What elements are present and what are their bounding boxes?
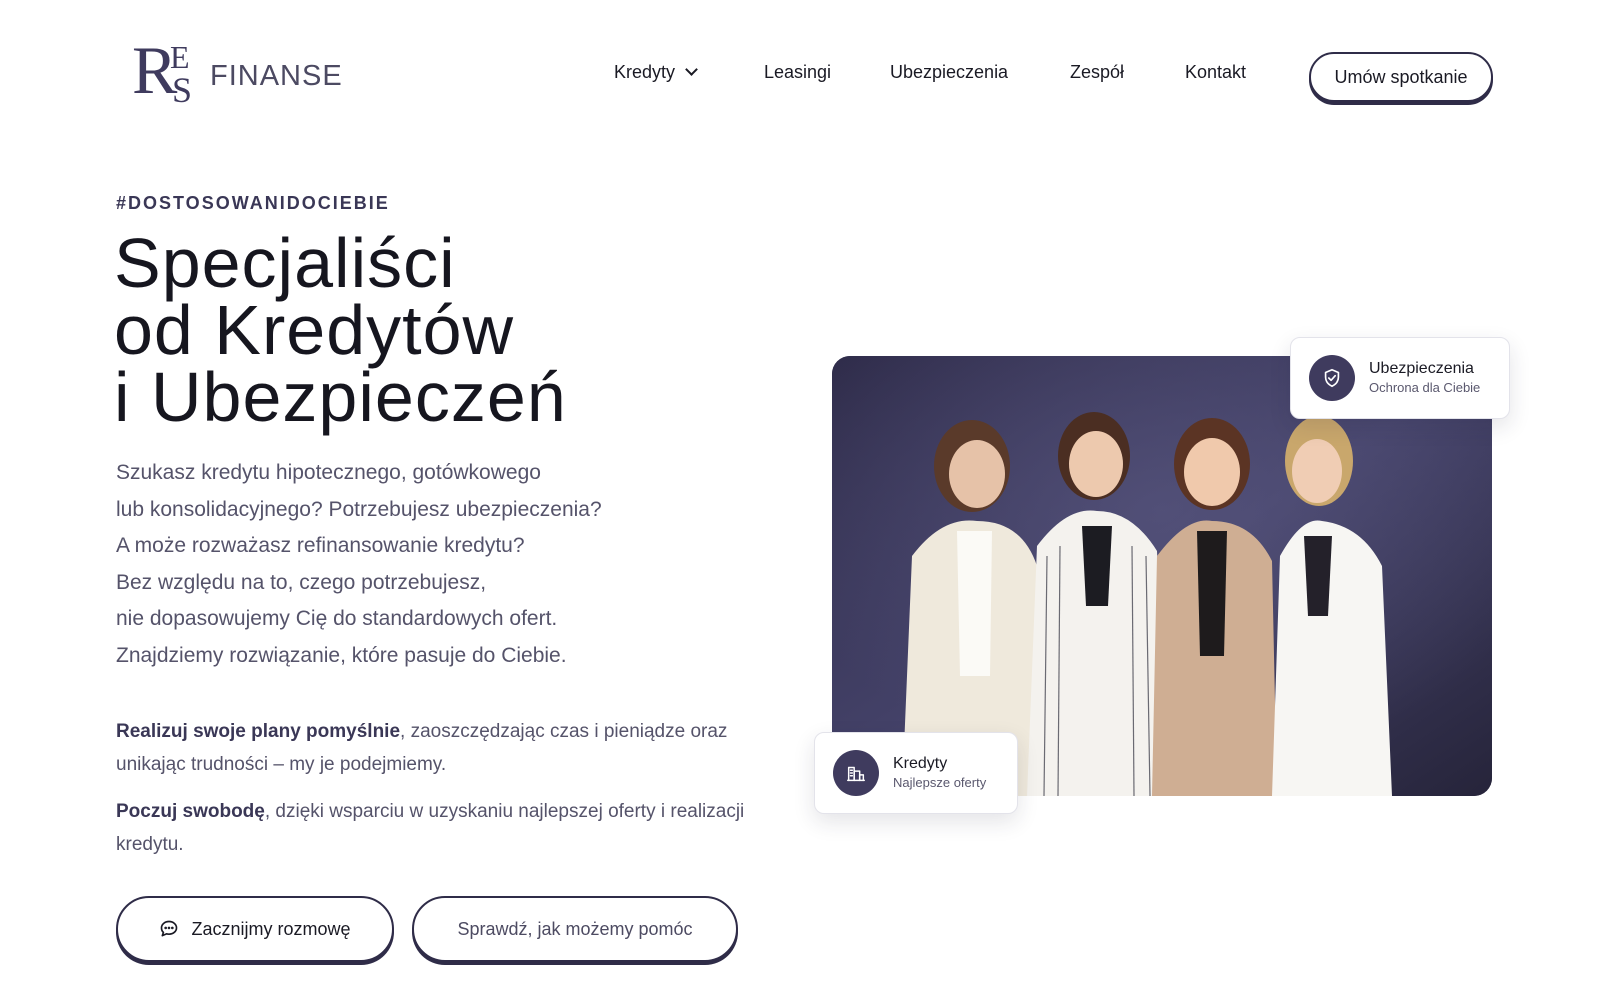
- chevron-down-icon: [685, 63, 698, 76]
- nav-item-leasingi[interactable]: Leasingi: [764, 62, 831, 83]
- team-photo-illustration: [832, 356, 1492, 796]
- how-we-help-button[interactable]: Sprawdź, jak możemy pomóc: [412, 896, 738, 962]
- start-conversation-button[interactable]: Zacznijmy rozmowę: [116, 896, 394, 962]
- logo-text: FINANSE: [210, 59, 343, 92]
- shield-check-icon: [1309, 355, 1355, 401]
- logo[interactable]: R E S FINANSE: [132, 36, 343, 110]
- credit-badge-text: Kredyty Najlepsze oferty: [893, 754, 986, 792]
- hero-title-line: Specjaliści: [114, 224, 456, 302]
- insurance-badge-text: Ubezpieczenia Ochrona dla Ciebie: [1369, 359, 1480, 397]
- team-photo: [832, 356, 1492, 796]
- credit-badge: Kredyty Najlepsze oferty: [814, 732, 1018, 814]
- nav-item-zespol[interactable]: Zespół: [1070, 62, 1124, 83]
- hero-tag: #DOSTOSOWANIDOCIEBIE: [116, 193, 390, 213]
- start-conversation-label: Zacznijmy rozmowę: [191, 918, 351, 939]
- hero-title: Specjaliści od Kredytów i Ubezpieczeń: [114, 224, 567, 436]
- logo-mark: R E S: [132, 36, 204, 110]
- hero-lead-line: A może rozważasz refinansowanie kredytu?: [116, 534, 525, 557]
- nav-item-kredyty[interactable]: Kredyty: [614, 62, 698, 83]
- chat-bubble-icon: [161, 920, 178, 937]
- insurance-badge-subtitle: Ochrona dla Ciebie: [1369, 380, 1481, 395]
- benefit-bold-text: Poczuj swobodę: [116, 801, 265, 822]
- logo-letter-s: S: [172, 70, 193, 110]
- hero-lead-line: Bez względu na to, czego potrzebujesz,: [116, 570, 487, 594]
- hero-lead: Szukasz kredytu hipotecznego, gotówkoweg…: [116, 455, 602, 674]
- nav-item-kontakt[interactable]: Kontakt: [1185, 62, 1246, 83]
- nav-item-kredyty-label: Kredyty: [614, 62, 676, 82]
- hero-lead-line: Szukasz kredytu hipotecznego, gotówkoweg…: [116, 461, 541, 484]
- hero-title-line: i Ubezpieczeń: [114, 358, 567, 436]
- building-chart-icon: [833, 750, 879, 796]
- hero-lead-line: nie dopasowujemy Cię do standardowych of…: [116, 607, 558, 630]
- credit-badge-subtitle: Najlepsze oferty: [893, 775, 987, 790]
- hero-title-line: od Kredytów: [114, 291, 515, 369]
- credit-badge-title: Kredyty: [893, 755, 948, 772]
- nav-item-ubezpieczenia[interactable]: Ubezpieczenia: [890, 62, 1008, 83]
- book-meeting-button[interactable]: Umów spotkanie: [1309, 52, 1493, 102]
- logo-letter-e: E: [170, 39, 190, 75]
- benefit-paragraph-freedom: Poczuj swobodę, dzięki wsparciu w uzyska…: [116, 795, 756, 861]
- hero-lead-line: lub konsolidacyjnego? Potrzebujesz ubezp…: [116, 497, 602, 521]
- insurance-badge-title: Ubezpieczenia: [1369, 360, 1474, 377]
- benefit-paragraph-plans: Realizuj swoje plany pomyślnie, zaoszczę…: [116, 715, 756, 781]
- hero-lead-line: Znajdziemy rozwiązanie, które pasuje do …: [116, 643, 567, 667]
- benefit-bold-text: Realizuj swoje plany pomyślnie: [116, 721, 401, 742]
- insurance-badge: Ubezpieczenia Ochrona dla Ciebie: [1290, 337, 1510, 419]
